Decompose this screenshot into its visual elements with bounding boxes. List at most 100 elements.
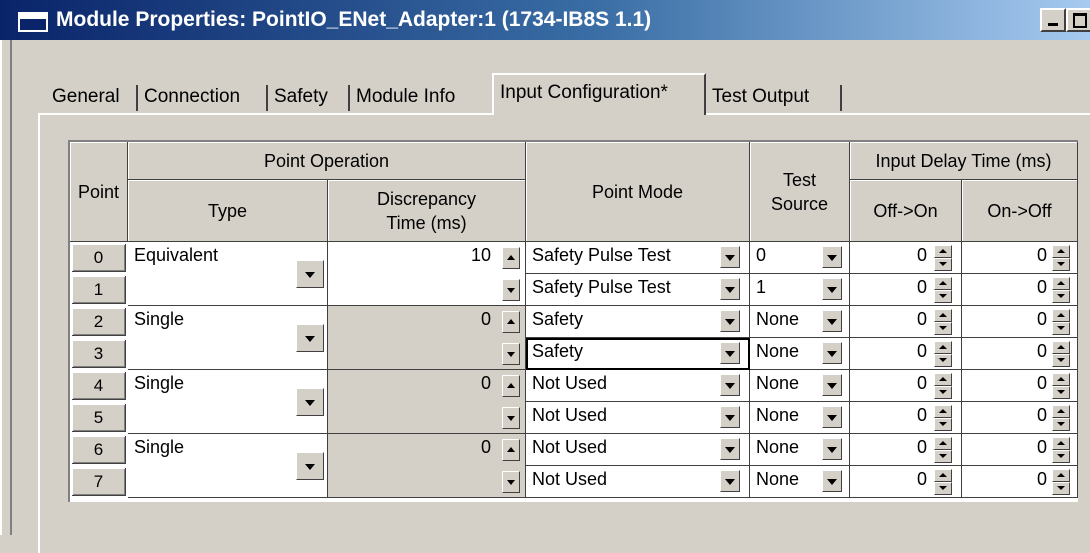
spin-up-icon[interactable] xyxy=(934,405,952,418)
off-on-delay-input[interactable]: 0 xyxy=(850,306,962,338)
spin-buttons[interactable] xyxy=(934,341,952,367)
spin-up-icon[interactable] xyxy=(934,245,952,258)
chevron-down-icon[interactable] xyxy=(502,471,520,493)
off-on-delay-input[interactable]: 0 xyxy=(850,402,962,434)
chevron-down-icon[interactable] xyxy=(502,279,520,301)
spin-buttons[interactable] xyxy=(1052,277,1070,303)
test-source-select[interactable]: None xyxy=(750,434,850,466)
spin-up-icon[interactable] xyxy=(1052,277,1070,290)
chevron-down-icon[interactable] xyxy=(296,388,324,416)
type-select[interactable]: Single xyxy=(128,434,328,498)
spin-buttons[interactable] xyxy=(1052,405,1070,431)
chevron-down-icon[interactable] xyxy=(720,406,740,428)
tab-general[interactable]: General xyxy=(46,81,138,113)
test-source-select[interactable]: None xyxy=(750,370,850,402)
test-source-select[interactable]: 1 xyxy=(750,274,850,306)
spin-up-icon[interactable] xyxy=(934,309,952,322)
spin-up-icon[interactable] xyxy=(934,373,952,386)
on-off-delay-input[interactable]: 0 xyxy=(962,434,1078,466)
discrepancy-time-input[interactable]: 0 xyxy=(328,434,526,498)
point-row-header[interactable]: 4 xyxy=(72,372,126,400)
test-source-select[interactable]: None xyxy=(750,466,850,498)
tab-safety[interactable]: Safety xyxy=(268,81,350,113)
chevron-down-icon[interactable] xyxy=(296,324,324,352)
type-select[interactable]: Single xyxy=(128,370,328,434)
spin-down-icon[interactable] xyxy=(1052,354,1070,367)
spin-down-icon[interactable] xyxy=(934,418,952,431)
spin-buttons[interactable] xyxy=(934,245,952,271)
point-row-header[interactable]: 0 xyxy=(72,244,126,272)
spin-up-icon[interactable] xyxy=(502,439,520,461)
test-source-select[interactable]: None xyxy=(750,402,850,434)
spin-down-icon[interactable] xyxy=(934,322,952,335)
test-source-select[interactable]: None xyxy=(750,306,850,338)
discrepancy-time-input[interactable]: 0 xyxy=(328,370,526,434)
spin-up-icon[interactable] xyxy=(1052,245,1070,258)
spin-down-icon[interactable] xyxy=(934,386,952,399)
chevron-down-icon[interactable] xyxy=(822,470,842,492)
spin-buttons[interactable] xyxy=(934,309,952,335)
spin-buttons[interactable] xyxy=(934,277,952,303)
type-select[interactable]: Single xyxy=(128,306,328,370)
spin-up-icon[interactable] xyxy=(1052,469,1070,482)
spin-up-icon[interactable] xyxy=(1052,341,1070,354)
spin-down-icon[interactable] xyxy=(1052,418,1070,431)
chevron-down-icon[interactable] xyxy=(720,342,740,364)
chevron-down-icon[interactable] xyxy=(822,342,842,364)
chevron-down-icon[interactable] xyxy=(822,406,842,428)
chevron-down-icon[interactable] xyxy=(822,310,842,332)
spin-down-icon[interactable] xyxy=(1052,482,1070,495)
spin-down-icon[interactable] xyxy=(934,482,952,495)
chevron-down-icon[interactable] xyxy=(502,407,520,429)
off-on-delay-input[interactable]: 0 xyxy=(850,434,962,466)
point-mode-select[interactable]: Not Used xyxy=(526,466,750,498)
tab-connection[interactable]: Connection xyxy=(138,81,268,113)
point-mode-select[interactable]: Safety Pulse Test xyxy=(526,274,750,306)
point-mode-select[interactable]: Not Used xyxy=(526,434,750,466)
spin-buttons[interactable] xyxy=(1052,373,1070,399)
chevron-down-icon[interactable] xyxy=(720,438,740,460)
spin-up-icon[interactable] xyxy=(502,311,520,333)
test-source-select[interactable]: 0 xyxy=(750,242,850,274)
maximize-icon[interactable] xyxy=(1066,8,1090,32)
point-row-header[interactable]: 7 xyxy=(72,468,126,496)
spin-up-icon[interactable] xyxy=(502,375,520,397)
spin-down-icon[interactable] xyxy=(934,290,952,303)
on-off-delay-input[interactable]: 0 xyxy=(962,274,1078,306)
on-off-delay-input[interactable]: 0 xyxy=(962,242,1078,274)
spin-buttons[interactable] xyxy=(934,437,952,463)
off-on-delay-input[interactable]: 0 xyxy=(850,338,962,370)
spin-buttons[interactable] xyxy=(1052,245,1070,271)
spin-down-icon[interactable] xyxy=(934,450,952,463)
spin-buttons[interactable] xyxy=(934,405,952,431)
point-mode-select[interactable]: Safety Pulse Test xyxy=(526,242,750,274)
point-row-header[interactable]: 2 xyxy=(72,308,126,336)
spin-down-icon[interactable] xyxy=(934,258,952,271)
discrepancy-time-input[interactable]: 10 xyxy=(328,242,526,306)
spin-up-icon[interactable] xyxy=(934,277,952,290)
spin-buttons[interactable] xyxy=(1052,469,1070,495)
chevron-down-icon[interactable] xyxy=(720,374,740,396)
chevron-down-icon[interactable] xyxy=(822,278,842,300)
point-mode-select[interactable]: Not Used xyxy=(526,370,750,402)
chevron-down-icon[interactable] xyxy=(502,343,520,365)
tab-test-output[interactable]: Test Output xyxy=(706,81,842,113)
on-off-delay-input[interactable]: 0 xyxy=(962,370,1078,402)
point-mode-select[interactable]: Safety xyxy=(526,306,750,338)
off-on-delay-input[interactable]: 0 xyxy=(850,242,962,274)
discrepancy-time-input[interactable]: 0 xyxy=(328,306,526,370)
chevron-down-icon[interactable] xyxy=(822,374,842,396)
off-on-delay-input[interactable]: 0 xyxy=(850,274,962,306)
tab-module-info[interactable]: Module Info xyxy=(350,81,492,113)
on-off-delay-input[interactable]: 0 xyxy=(962,402,1078,434)
spin-buttons[interactable] xyxy=(1052,309,1070,335)
spin-buttons[interactable] xyxy=(1052,341,1070,367)
spin-up-icon[interactable] xyxy=(934,469,952,482)
minimize-icon[interactable] xyxy=(1040,8,1066,32)
spin-buttons[interactable] xyxy=(1052,437,1070,463)
spin-up-icon[interactable] xyxy=(1052,405,1070,418)
spin-down-icon[interactable] xyxy=(1052,258,1070,271)
chevron-down-icon[interactable] xyxy=(296,452,324,480)
chevron-down-icon[interactable] xyxy=(720,246,740,268)
spin-up-icon[interactable] xyxy=(934,437,952,450)
